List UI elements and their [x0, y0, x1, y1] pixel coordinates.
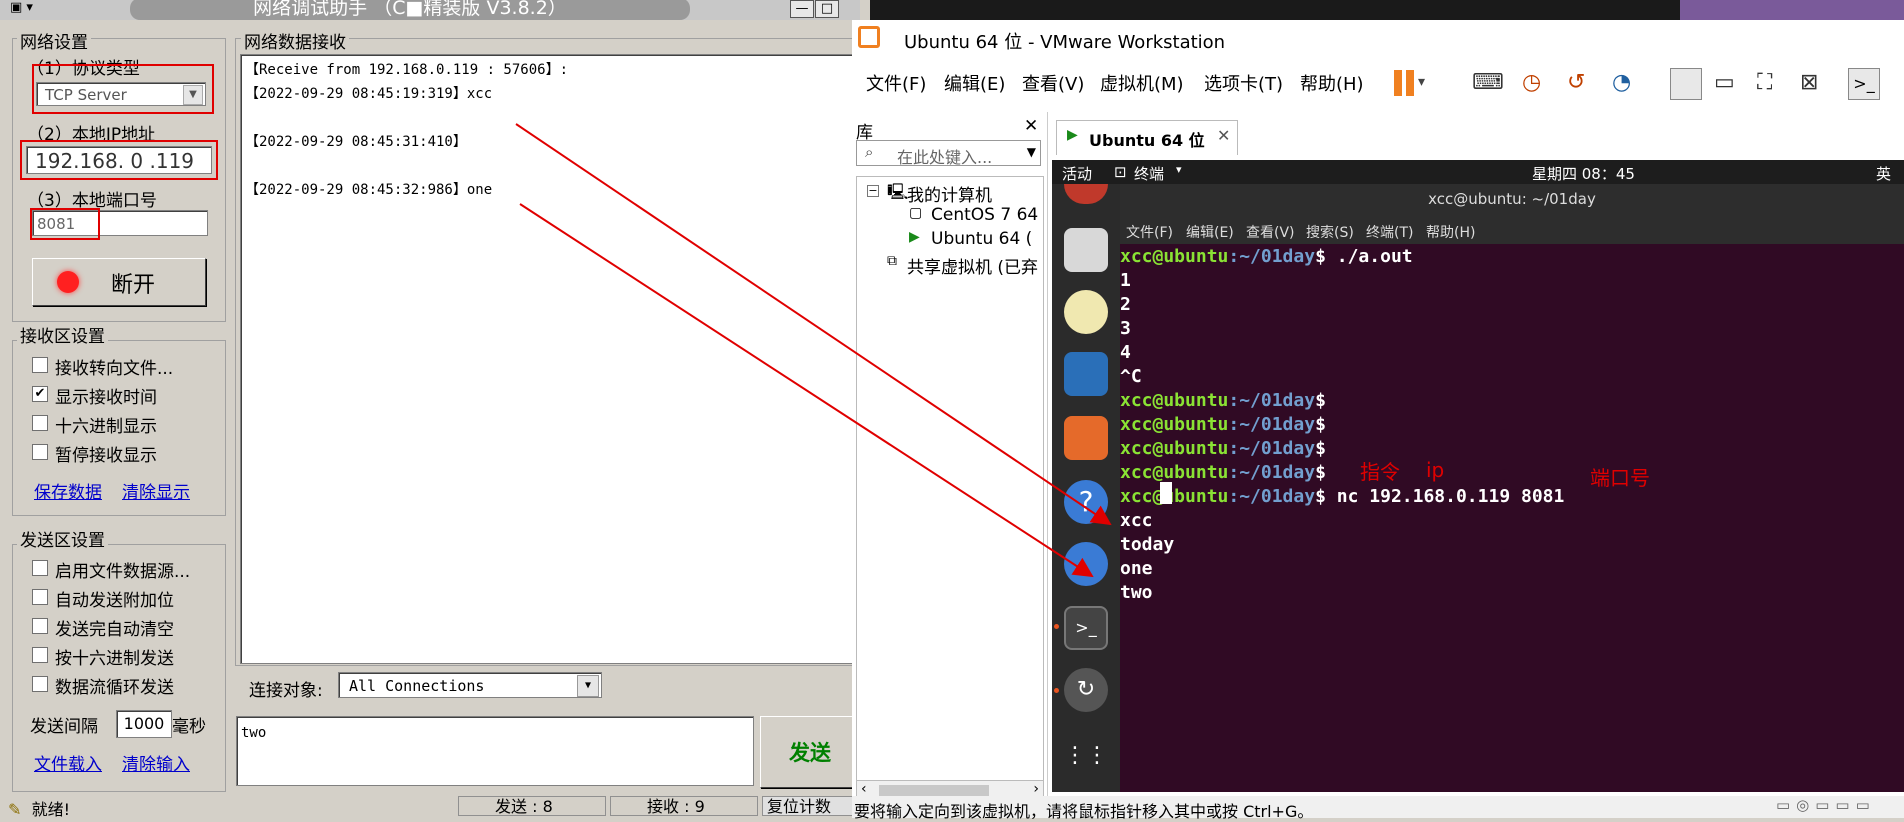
- arrow-one: [519, 203, 1094, 578]
- annotation-arrows: [515, 123, 1112, 578]
- arrow-xcc: [515, 123, 1112, 526]
